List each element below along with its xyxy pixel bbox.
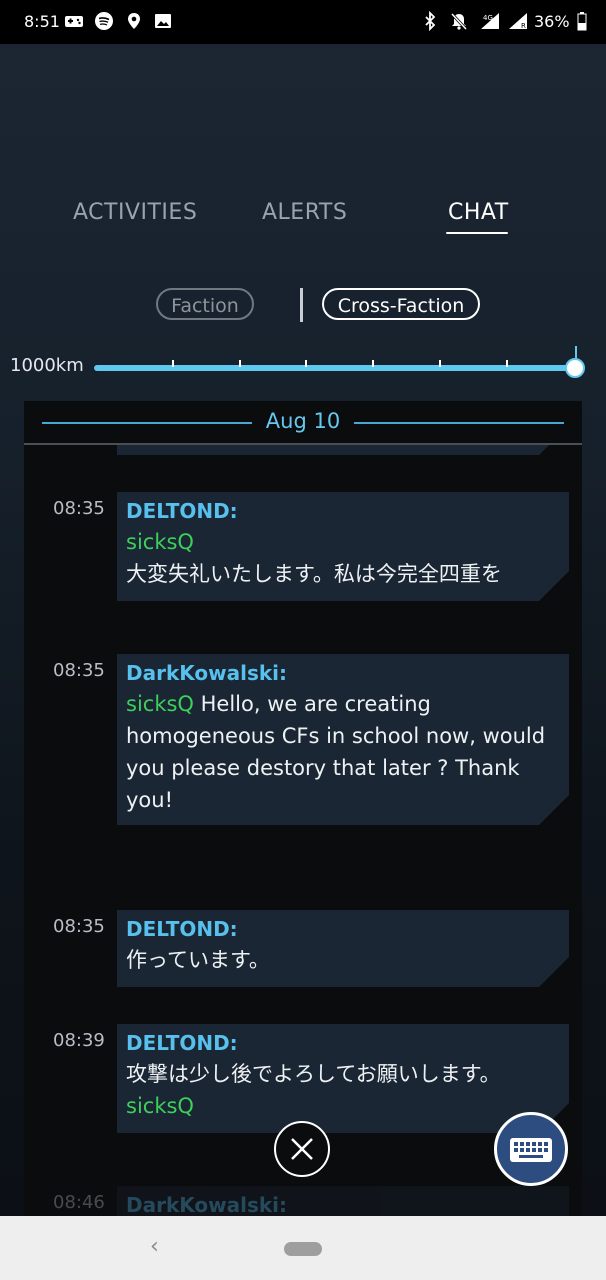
- message-text: 作っています。: [126, 948, 270, 972]
- message-time: 08:35: [53, 916, 105, 937]
- message-text: homogeneous CFs in school now, would: [126, 724, 546, 748]
- signal-4g-icon: 4G: [479, 11, 499, 31]
- message-sender[interactable]: DELTOND:: [126, 1028, 555, 1058]
- message-time: 08:46: [53, 1192, 105, 1213]
- date-label: Aug 10: [265, 409, 341, 433]
- message-sender[interactable]: DarkKowalski:: [126, 1190, 555, 1216]
- slider-tick: [239, 360, 241, 367]
- battery-percent: 36%: [534, 12, 570, 31]
- chat-bubble[interactable]: DarkKowalski:: [117, 1186, 569, 1216]
- keyboard-icon: [510, 1138, 552, 1162]
- bluetooth-icon: [420, 10, 440, 32]
- message-mention[interactable]: sicksQ: [126, 1090, 555, 1122]
- svg-text:4G: 4G: [483, 14, 493, 22]
- gamepad-icon: [64, 11, 84, 31]
- range-slider-handle[interactable]: [565, 358, 585, 378]
- slider-tick: [439, 360, 441, 367]
- system-nav-bar: ‹: [0, 1216, 606, 1280]
- status-time: 8:51: [24, 12, 60, 31]
- message-time: 08:35: [53, 660, 105, 681]
- message-time: 08:39: [53, 1030, 105, 1051]
- chat-bubble[interactable]: DELTOND: sicksQ 大変失礼いたします。私は今完全四重を: [117, 492, 569, 601]
- range-label: 1000km: [10, 355, 84, 376]
- message-mention[interactable]: sicksQ: [126, 692, 194, 716]
- signal-r-icon: R: [507, 11, 527, 31]
- message-sender[interactable]: DarkKowalski:: [126, 658, 555, 688]
- message-text: you!: [126, 788, 174, 812]
- home-pill-icon[interactable]: [284, 1242, 322, 1256]
- slider-tick: [506, 360, 508, 367]
- close-chat-button[interactable]: [274, 1121, 330, 1177]
- faction-filter-button[interactable]: Faction: [156, 288, 254, 320]
- slider-tick: [372, 360, 374, 367]
- keyboard-button[interactable]: [494, 1112, 568, 1186]
- tab-chat[interactable]: CHAT: [448, 200, 509, 225]
- message-mention[interactable]: sicksQ: [126, 526, 555, 558]
- chat-panel[interactable]: Aug 10 08:35 DELTOND: sicksQ 大変失礼いたします。私…: [24, 401, 582, 1216]
- message-sender[interactable]: DELTOND:: [126, 914, 555, 944]
- chat-bubble[interactable]: DELTOND: 作っています。: [117, 910, 569, 987]
- slider-tick: [172, 360, 174, 367]
- filter-divider: [300, 288, 303, 322]
- message-sender[interactable]: DELTOND:: [126, 496, 555, 526]
- date-header: Aug 10: [24, 401, 582, 445]
- message-text: you please destory that later ? Thank: [126, 756, 520, 780]
- message-text: Hello, we are creating: [193, 692, 431, 716]
- date-rule-right: [354, 422, 564, 424]
- battery-icon: [576, 11, 588, 31]
- active-tab-underline: [446, 232, 508, 234]
- image-icon: [153, 11, 173, 31]
- svg-text:R: R: [521, 22, 526, 30]
- cross-faction-filter-button[interactable]: Cross-Faction: [322, 288, 480, 320]
- range-slider-track[interactable]: [94, 365, 576, 371]
- back-icon[interactable]: ‹: [150, 1234, 159, 1259]
- location-icon: [124, 11, 144, 31]
- chat-bubble[interactable]: DarkKowalski: sicksQ Hello, we are creat…: [117, 654, 569, 825]
- message-time: 08:35: [53, 498, 105, 519]
- message-text: 大変失礼いたします。私は今完全四重を: [126, 562, 502, 586]
- slider-tick: [305, 360, 307, 367]
- tab-activities[interactable]: ACTIVITIES: [73, 200, 197, 225]
- spotify-icon: [94, 11, 114, 31]
- message-text: 攻撃は少し後でよろしてお願いします。: [126, 1062, 501, 1086]
- tab-alerts[interactable]: ALERTS: [262, 200, 347, 225]
- status-bar: 8:51 4G R 36%: [0, 0, 606, 44]
- slider-handle-marker: [575, 346, 577, 358]
- close-icon: [291, 1138, 313, 1160]
- mute-icon: [449, 11, 469, 31]
